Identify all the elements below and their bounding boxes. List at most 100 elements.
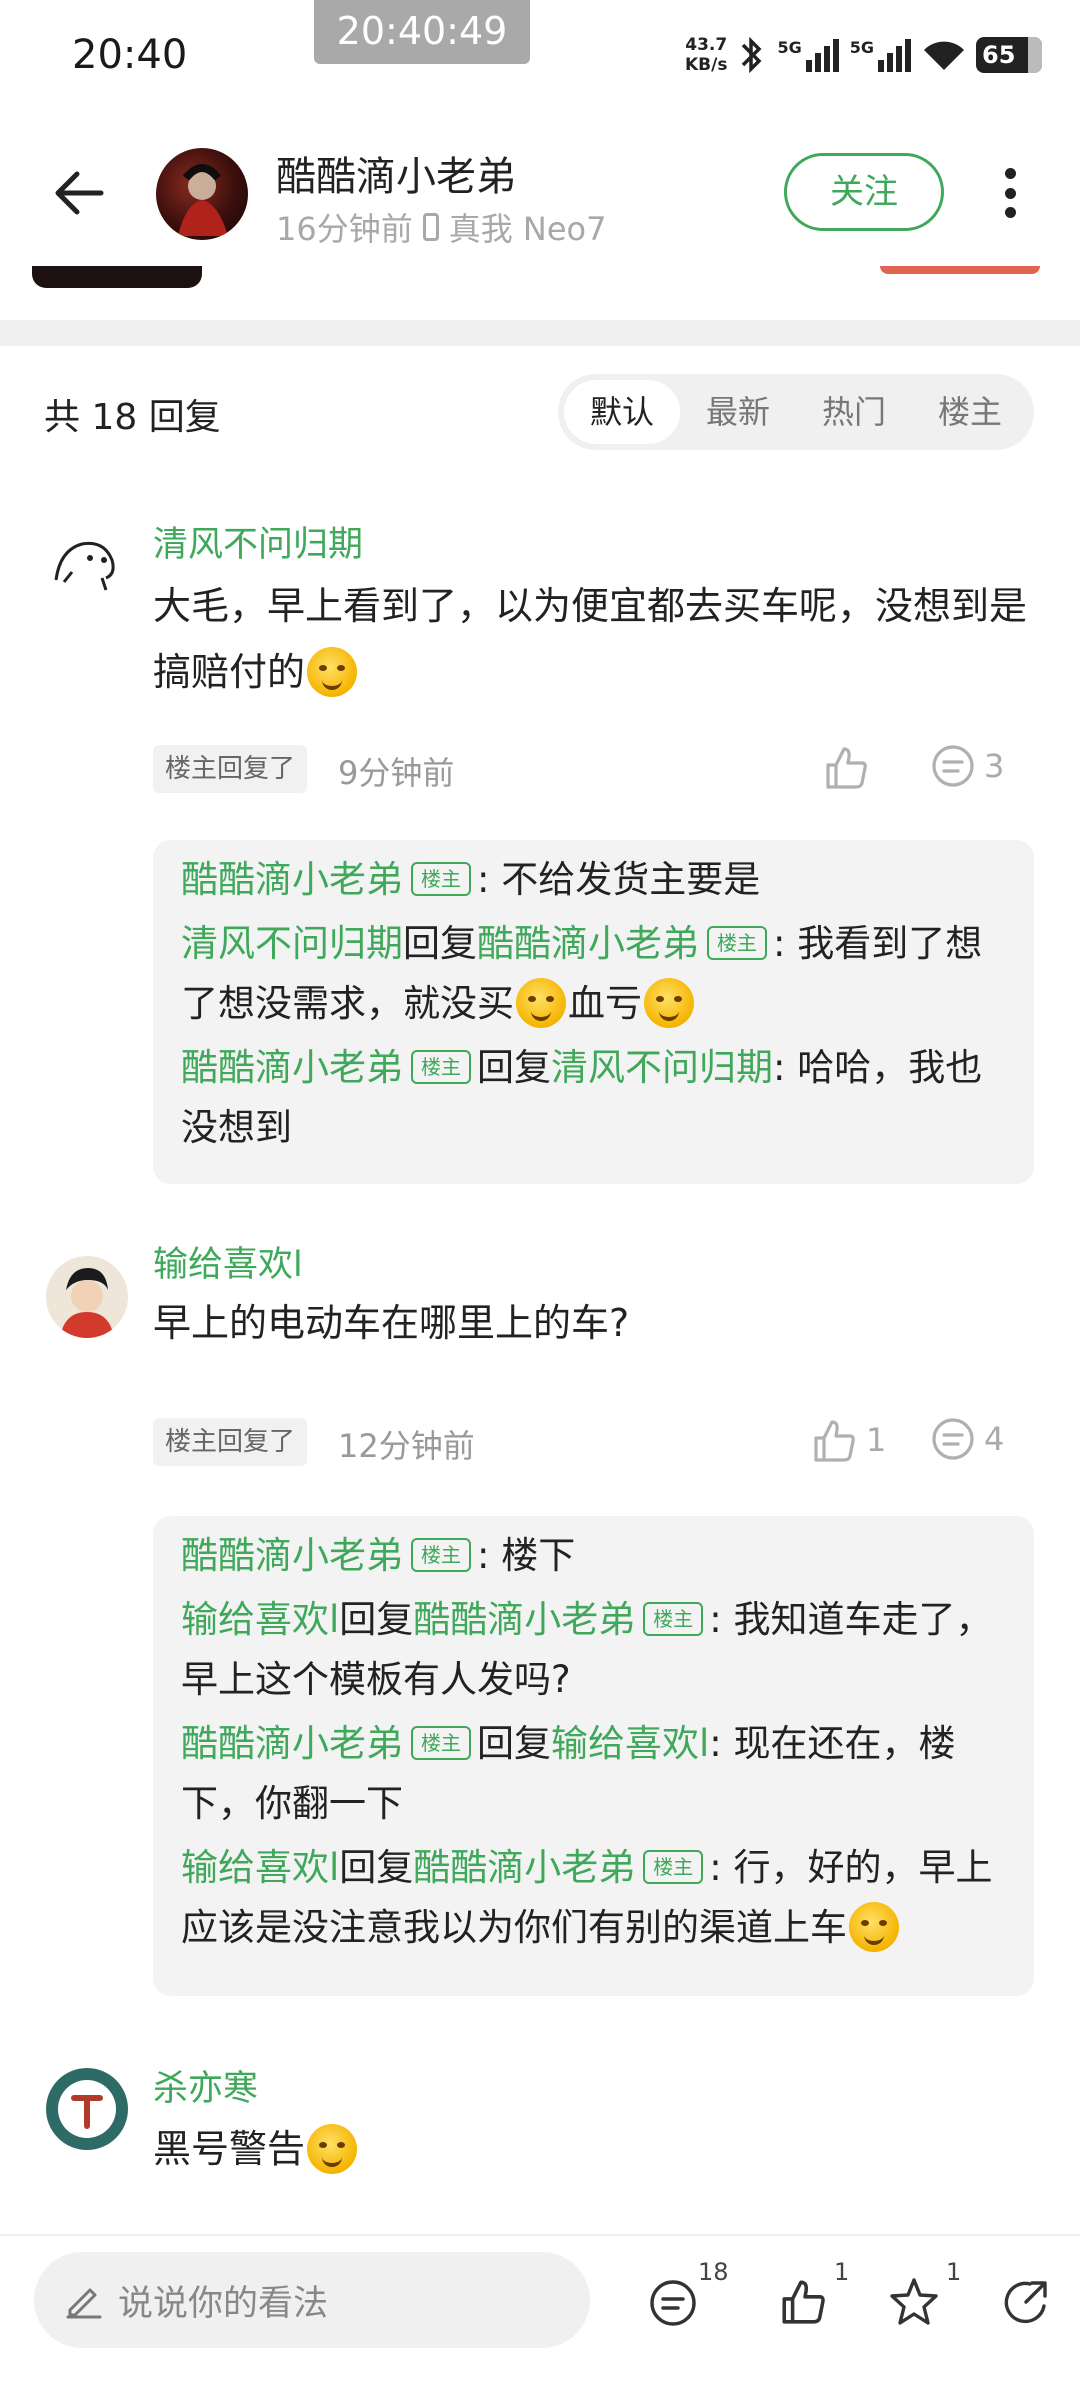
comment-text-content: 黑号警告 [153, 2127, 306, 2171]
signal-sim1: 5G [777, 38, 839, 72]
laughing-crying-emoji-icon [307, 646, 358, 697]
crazy-face-emoji-icon [307, 2123, 358, 2174]
op-replied-tag: 楼主回复了 [153, 745, 308, 793]
reply-word: 回复 [339, 1598, 414, 1641]
arrow-left-icon [55, 171, 104, 215]
network-speed-unit: KB/s [685, 55, 728, 75]
more-dot [1004, 187, 1016, 199]
sub-reply-text-2: 血亏 [568, 982, 642, 1025]
sub-reply-target[interactable]: 酷酷滴小老弟 [413, 1598, 635, 1641]
comment-text: 早上的电动车在哪里上的车? [153, 1301, 630, 1345]
sort-tab-default[interactable]: 默认 [564, 380, 680, 444]
sort-tabs: 默认 最新 热门 楼主 [558, 374, 1034, 450]
thumbs-up-icon [782, 2280, 825, 2324]
avatar-image [178, 164, 228, 236]
like-button[interactable] [822, 743, 878, 791]
reply-button[interactable]: 4 [930, 1416, 1004, 1462]
favorites-count: 1 [946, 2258, 962, 2286]
sub-reply-target[interactable]: 清风不问归期 [551, 1046, 773, 1089]
comment-bubble-icon [932, 745, 974, 787]
thumbs-up-icon [814, 1420, 855, 1462]
avatar-image [54, 541, 115, 591]
sub-reply-user[interactable]: 清风不问归期 [181, 922, 403, 965]
sub-reply-target[interactable]: 酷酷滴小老弟 [477, 922, 699, 965]
like-button[interactable]: 1 [810, 1416, 886, 1464]
sub-reply: 酷酷滴小老弟 楼主: 不给发货主要是 [181, 850, 1006, 910]
comment-text-content: 大毛，早上看到了，以为便宜都去买车呢，没想到是搞赔付的 [153, 584, 1028, 694]
reply-button[interactable]: 3 [930, 743, 1004, 789]
more-options-button[interactable] [990, 160, 1030, 226]
share-button[interactable] [1000, 2262, 1080, 2342]
sub-reply-user[interactable]: 酷酷滴小老弟 [181, 1722, 403, 1765]
comment-time: 9分钟前 [338, 754, 455, 792]
sub-reply-target[interactable]: 酷酷滴小老弟 [413, 1846, 635, 1889]
sub-reply-target[interactable]: 输给喜欢l [551, 1722, 709, 1765]
section-divider [0, 320, 1080, 346]
sub-reply: 酷酷滴小老弟 楼主: 楼下 [181, 1526, 1006, 1586]
back-button[interactable] [44, 158, 114, 228]
pencil-icon [66, 2288, 102, 2319]
op-badge: 楼主 [411, 861, 471, 896]
reply-count: 3 [984, 747, 1005, 785]
thumbs-up-icon [826, 747, 867, 789]
battery-level: 65 [982, 41, 1016, 69]
sub-reply-text: : 不给发货主要是 [477, 858, 761, 901]
replies-count: 共 18 回复 [44, 397, 221, 438]
commenter-avatar[interactable] [46, 2068, 128, 2150]
phone-icon [422, 213, 439, 241]
follow-button[interactable]: 关注 [784, 153, 944, 231]
more-dot [1004, 168, 1016, 179]
comment-text: 黑号警告 [153, 2116, 1033, 2182]
commenter-avatar[interactable] [46, 1256, 128, 1338]
sub-reply: 输给喜欢l回复酷酷滴小老弟 楼主: 我知道车走了，早上这个模板有人发吗? [181, 1590, 1006, 1710]
sub-reply-user[interactable]: 输给喜欢l [181, 1846, 339, 1889]
author-avatar[interactable] [156, 148, 248, 240]
battery-indicator: 65 [976, 37, 1042, 73]
sub-reply-box[interactable]: 酷酷滴小老弟 楼主: 不给发货主要是 清风不问归期回复酷酷滴小老弟 楼主: 我看到了… [153, 840, 1034, 1184]
op-badge: 楼主 [411, 1049, 471, 1084]
time-pill: 20:40:49 [314, 0, 530, 64]
sub-reply-user[interactable]: 酷酷滴小老弟 [181, 1046, 403, 1089]
bottom-action-bar: 说说你的看法 18 1 1 [0, 2234, 1080, 2400]
comment-input[interactable]: 说说你的看法 [34, 2252, 590, 2348]
comment-username[interactable]: 清风不问归期 [153, 516, 363, 567]
sub-reply: 输给喜欢l回复酷酷滴小老弟 楼主: 行，好的，早上应该是没注意我以为你们有别的渠道… [181, 1838, 1006, 1958]
comment-username[interactable]: 杀亦寒 [153, 2060, 258, 2111]
op-badge: 楼主 [643, 1601, 704, 1636]
more-dot [1004, 207, 1016, 218]
star-icon [890, 2278, 938, 2325]
sub-reply-user[interactable]: 酷酷滴小老弟 [181, 1534, 403, 1577]
sub-reply: 酷酷滴小老弟 楼主 回复清风不问归期: 哈哈，我也没想到 [181, 1038, 1006, 1158]
sort-tab-op[interactable]: 楼主 [912, 380, 1028, 444]
status-bar: 20:40 20:40:49 43.7 KB/s 5G 5G 65 [0, 0, 1080, 120]
laughing-crying-emoji-icon [516, 977, 566, 1028]
post-image-edge [32, 266, 202, 288]
op-badge: 楼主 [707, 925, 767, 960]
commenter-avatar[interactable] [46, 520, 128, 602]
comment-text: 大毛，早上看到了，以为便宜都去买车呢，没想到是搞赔付的 [153, 573, 1033, 705]
comment-username[interactable]: 输给喜欢l [153, 1236, 303, 1287]
device-name: 真我 Neo7 [448, 210, 607, 248]
sort-tab-hot[interactable]: 热门 [796, 380, 912, 444]
sub-reply-user[interactable]: 输给喜欢l [181, 1598, 339, 1641]
comment-bubble-icon [650, 2280, 696, 2326]
sub-reply-box[interactable]: 酷酷滴小老弟 楼主: 楼下 输给喜欢l回复酷酷滴小老弟 楼主: 我知道车走了，早上这… [153, 1516, 1034, 1996]
signal-sim2: 5G [850, 38, 912, 72]
post-button-edge [880, 266, 1040, 274]
network-speed: 43.7 KB/s [685, 35, 727, 75]
like-post-button[interactable]: 1 [778, 2258, 858, 2342]
favorite-button[interactable]: 1 [888, 2258, 968, 2342]
sort-tab-latest[interactable]: 最新 [680, 380, 796, 444]
comments-button[interactable]: 18 [648, 2258, 729, 2342]
comment-time: 12分钟前 [338, 1427, 475, 1465]
author-name[interactable]: 酷酷滴小老弟 [276, 144, 516, 202]
like-count: 1 [866, 1421, 887, 1459]
sub-reply-user[interactable]: 酷酷滴小老弟 [181, 858, 403, 901]
tears-of-joy-emoji-icon [849, 1901, 899, 1952]
reply-count: 4 [984, 1420, 1005, 1458]
likes-count: 1 [834, 2258, 850, 2286]
share-icon [1004, 2281, 1047, 2324]
wifi-icon [924, 41, 964, 70]
avatar-image [58, 2080, 116, 2138]
op-replied-tag: 楼主回复了 [153, 1418, 308, 1466]
